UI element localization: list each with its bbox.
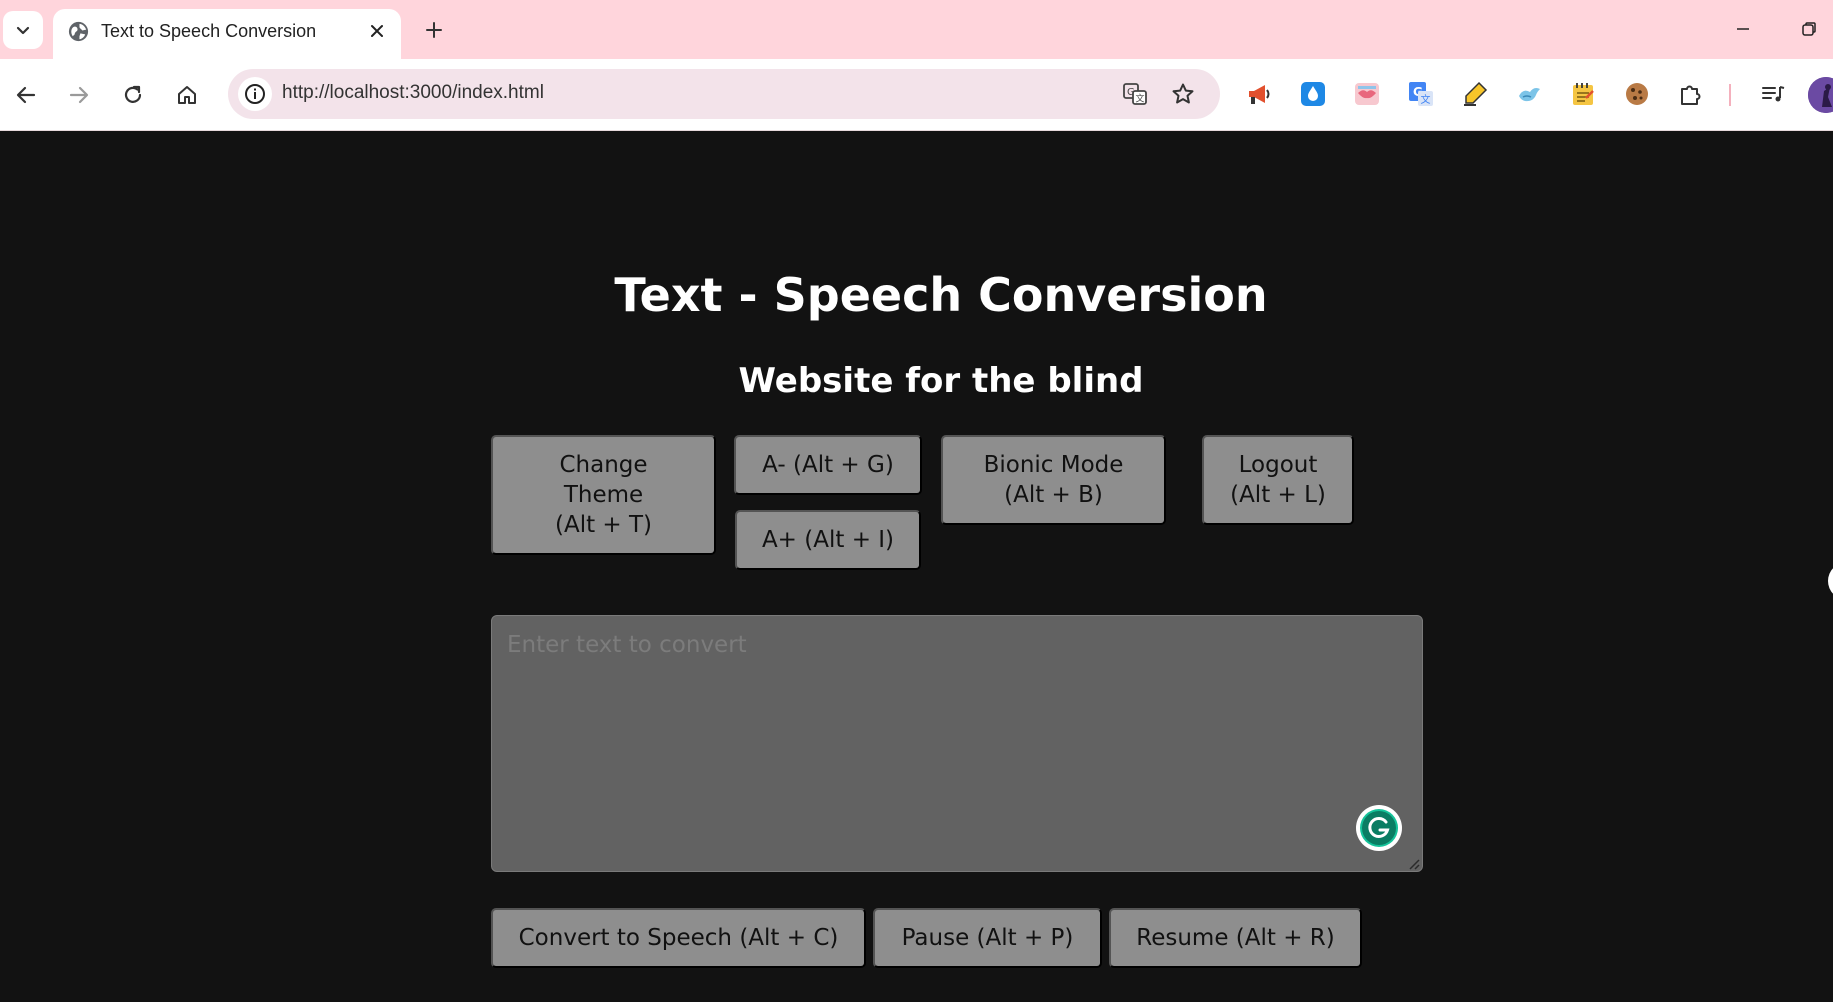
queue-music-icon (1762, 86, 1785, 102)
toolbar-divider (1729, 84, 1731, 106)
puzzle-icon (1681, 85, 1701, 105)
pause-button[interactable]: Pause (Alt + P) (873, 908, 1102, 968)
extensions-menu-button[interactable] (1676, 79, 1706, 109)
bionic-mode-button[interactable]: Bionic Mode (Alt + B) (941, 435, 1166, 525)
grammarly-button[interactable] (1356, 805, 1402, 851)
notepad-icon (1573, 83, 1594, 105)
svg-text:文: 文 (1421, 93, 1431, 106)
reload-icon (124, 85, 142, 103)
lips-icon (1355, 83, 1379, 105)
arrow-right-icon (69, 86, 89, 104)
resume-button[interactable]: Resume (Alt + R) (1109, 908, 1362, 968)
font-increase-button[interactable]: A+ (Alt + I) (735, 510, 921, 570)
water-drop-icon (1301, 82, 1325, 106)
megaphone-icon (1249, 85, 1270, 104)
grammarly-icon (1360, 809, 1398, 847)
home-button[interactable] (168, 76, 206, 114)
convert-to-speech-button[interactable]: Convert to Speech (Alt + C) (491, 908, 866, 968)
bird-icon (1519, 88, 1540, 102)
minimize-button[interactable] (1728, 14, 1758, 44)
avatar-image-icon (1808, 77, 1833, 113)
plus-icon (426, 22, 442, 38)
reload-button[interactable] (114, 76, 152, 114)
extension-google-translate[interactable]: G文 (1406, 79, 1436, 109)
google-translate-icon: G文 (1409, 82, 1433, 106)
close-icon (371, 25, 383, 37)
change-theme-button[interactable]: Change Theme (Alt + T) (491, 435, 716, 555)
new-tab-button[interactable] (418, 14, 450, 46)
extension-lips[interactable] (1352, 79, 1382, 109)
globe-icon (68, 21, 89, 42)
address-bar[interactable]: http://localhost:3000/index.html G文 (228, 69, 1220, 119)
logout-button[interactable]: Logout (Alt + L) (1202, 435, 1354, 525)
svg-text:文: 文 (1136, 93, 1145, 105)
bookmark-button[interactable] (1169, 80, 1197, 108)
browser-toolbar: http://localhost:3000/index.html G文 G文 (0, 59, 1833, 131)
extension-bird[interactable] (1514, 79, 1544, 109)
site-info-button[interactable] (238, 77, 272, 111)
highlighter-icon (1464, 81, 1488, 106)
media-controls-button[interactable] (1758, 79, 1788, 109)
extension-highlighter[interactable] (1460, 79, 1490, 109)
tab-close-button[interactable] (365, 19, 389, 43)
translate-page-button[interactable]: G文 (1121, 80, 1149, 108)
extension-megaphone[interactable] (1244, 79, 1274, 109)
restore-icon (1802, 22, 1816, 36)
tab-strip: Text to Speech Conversion (0, 0, 1833, 59)
cookie-icon (1626, 83, 1648, 105)
minimize-icon (1737, 28, 1749, 30)
page-content: Text - Speech Conversion Website for the… (0, 131, 1833, 1002)
url-text: http://localhost:3000/index.html (282, 82, 544, 103)
forward-button[interactable] (60, 76, 98, 114)
home-icon (178, 86, 196, 104)
star-icon (1172, 83, 1194, 104)
extension-notepad[interactable] (1568, 79, 1598, 109)
profile-avatar[interactable] (1808, 77, 1833, 113)
tab-title: Text to Speech Conversion (101, 21, 317, 41)
extension-water-drop[interactable] (1298, 79, 1328, 109)
restore-button[interactable] (1794, 14, 1824, 44)
arrow-left-icon (16, 86, 36, 104)
chevron-down-icon (16, 26, 30, 35)
font-decrease-button[interactable]: A- (Alt + G) (734, 435, 922, 495)
resize-grip-icon[interactable] (1408, 858, 1420, 870)
side-panel-handle[interactable] (1828, 562, 1833, 600)
browser-tab[interactable]: Text to Speech Conversion (53, 9, 401, 59)
tab-search-button[interactable] (3, 11, 43, 49)
extension-cookie[interactable] (1622, 79, 1652, 109)
text-input[interactable] (491, 615, 1423, 872)
info-icon (245, 84, 265, 104)
back-button[interactable] (7, 76, 45, 114)
translate-icon: G文 (1123, 83, 1147, 105)
page-title: Text - Speech Conversion (614, 268, 1268, 322)
page-subtitle: Website for the blind (738, 361, 1144, 401)
